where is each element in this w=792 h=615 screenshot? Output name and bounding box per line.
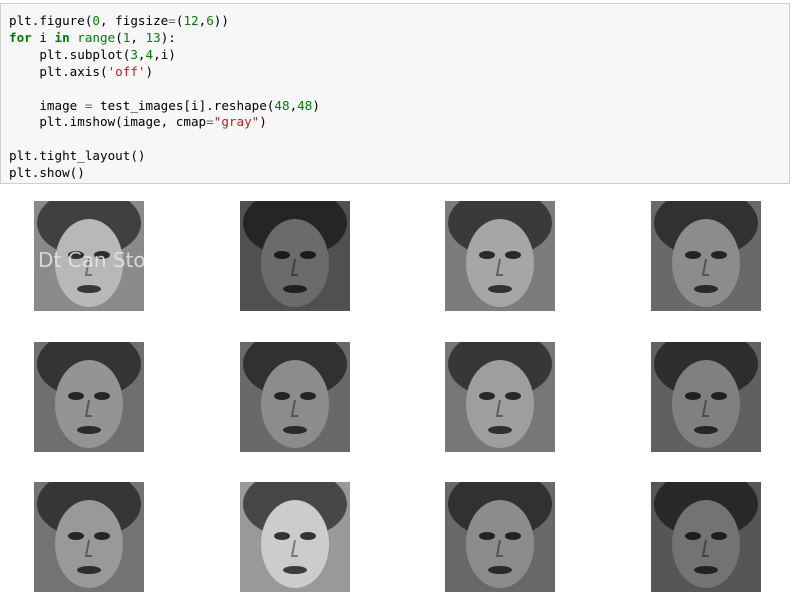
code-line: plt.show() bbox=[9, 165, 85, 180]
face-image bbox=[651, 201, 761, 311]
code-token: plt.imshow(image, cmap bbox=[9, 114, 207, 130]
mouth bbox=[77, 566, 101, 574]
mouth bbox=[283, 285, 307, 293]
right-eye bbox=[300, 251, 316, 259]
right-eye bbox=[505, 392, 521, 400]
face-image bbox=[445, 482, 555, 592]
right-eye bbox=[711, 532, 727, 540]
code-token: 4 bbox=[145, 46, 154, 62]
code-token: 48 bbox=[274, 97, 290, 113]
code-token: , bbox=[137, 46, 146, 62]
code-line: plt.figure(0, figsize=(12,6)) bbox=[9, 13, 229, 28]
code-cell-input[interactable]: plt.figure(0, figsize=(12,6)) for i in r… bbox=[0, 3, 790, 184]
code-token: for bbox=[9, 29, 32, 45]
code-token: ,i) bbox=[153, 46, 176, 62]
code-line: plt.subplot(3,4,i) bbox=[9, 47, 176, 62]
watermark-text: Dt Can Sto bbox=[38, 248, 144, 272]
code-token: test_images[i].reshape( bbox=[92, 97, 275, 113]
right-eye bbox=[505, 251, 521, 259]
mouth bbox=[77, 285, 101, 293]
left-eye bbox=[68, 532, 84, 540]
code-editor[interactable]: plt.figure(0, figsize=(12,6)) for i in r… bbox=[1, 4, 789, 182]
face-image bbox=[34, 342, 144, 452]
code-token: "gray" bbox=[213, 114, 260, 130]
right-eye bbox=[505, 532, 521, 540]
code-token: = bbox=[168, 13, 176, 28]
code-token: 3 bbox=[130, 46, 138, 62]
code-token: ) bbox=[312, 97, 320, 113]
right-eye bbox=[300, 392, 316, 400]
face-image bbox=[445, 201, 555, 311]
code-token: , bbox=[130, 29, 146, 45]
code-line: for i in range(1, 13): bbox=[9, 30, 176, 45]
left-eye bbox=[479, 392, 495, 400]
code-line: plt.axis('off') bbox=[9, 64, 153, 79]
right-eye bbox=[711, 251, 727, 259]
right-eye bbox=[711, 392, 727, 400]
face-image bbox=[651, 482, 761, 592]
code-token: image bbox=[9, 97, 85, 113]
code-token: 'off' bbox=[107, 63, 146, 79]
mouth bbox=[488, 426, 512, 434]
left-eye bbox=[274, 392, 290, 400]
right-eye bbox=[300, 532, 316, 540]
face-image bbox=[240, 342, 350, 452]
face-image: Dt Can Sto bbox=[34, 201, 144, 311]
code-line: plt.imshow(image, cmap="gray") bbox=[9, 114, 267, 129]
left-eye bbox=[479, 532, 495, 540]
mouth bbox=[694, 566, 718, 574]
left-eye bbox=[685, 392, 701, 400]
mouth bbox=[488, 285, 512, 293]
left-eye bbox=[479, 251, 495, 259]
code-token: plt.axis( bbox=[9, 63, 108, 79]
code-token: 0 bbox=[92, 13, 100, 28]
code-token: in bbox=[54, 29, 70, 45]
output-area: Dt Can Sto bbox=[0, 186, 792, 615]
code-token: 13 bbox=[145, 29, 161, 45]
mouth bbox=[694, 426, 718, 434]
left-eye bbox=[274, 532, 290, 540]
mouth bbox=[694, 285, 718, 293]
face-image bbox=[651, 342, 761, 452]
code-token: ) bbox=[259, 114, 267, 130]
code-line: image = test_images[i].reshape(48,48) bbox=[9, 98, 320, 113]
code-token: i bbox=[31, 29, 55, 45]
mouth bbox=[283, 566, 307, 574]
left-eye bbox=[685, 251, 701, 259]
code-token: 48 bbox=[297, 97, 313, 113]
code-token: plt.tight_layout() bbox=[9, 148, 146, 164]
mouth bbox=[283, 426, 307, 434]
code-token: )) bbox=[213, 13, 229, 28]
face-image bbox=[34, 482, 144, 592]
code-line: plt.tight_layout() bbox=[9, 148, 145, 163]
code-token: , figsize bbox=[100, 13, 169, 28]
left-eye bbox=[68, 392, 84, 400]
face-image bbox=[445, 342, 555, 452]
mouth bbox=[77, 426, 101, 434]
code-token: 12 bbox=[183, 13, 199, 28]
right-eye bbox=[94, 532, 110, 540]
code-token: 6 bbox=[206, 13, 214, 28]
code-token: range bbox=[77, 29, 116, 45]
mouth bbox=[488, 566, 512, 574]
right-eye bbox=[94, 392, 110, 400]
code-token: = bbox=[206, 114, 214, 130]
code-token: plt.show() bbox=[9, 165, 85, 181]
code-token: plt.figure( bbox=[9, 13, 93, 28]
code-token: ): bbox=[160, 29, 176, 45]
face-image bbox=[240, 201, 350, 311]
left-eye bbox=[685, 532, 701, 540]
code-token: plt.subplot( bbox=[9, 46, 131, 62]
left-eye bbox=[274, 251, 290, 259]
code-token: ) bbox=[145, 63, 154, 79]
code-token: ( bbox=[115, 29, 123, 45]
face-image bbox=[240, 482, 350, 592]
